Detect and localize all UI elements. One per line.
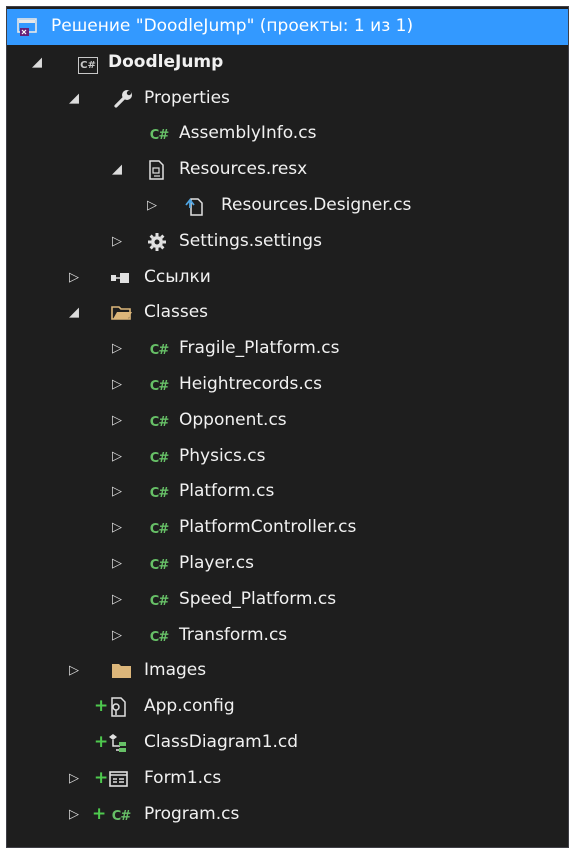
tree-item-app-config[interactable]: + App.config xyxy=(7,689,568,725)
tree-item-resources-resx[interactable]: ◢ Resources.resx xyxy=(7,152,568,188)
tree-item-label: DoodleJump xyxy=(108,51,224,72)
tree-item-label: Resources.Designer.cs xyxy=(221,194,412,215)
added-marker-icon: + xyxy=(94,767,109,788)
tree-item-solution[interactable]: Решение "DoodleJump" (проекты: 1 из 1) xyxy=(7,9,568,45)
csharp-file-icon: C# xyxy=(149,522,169,538)
tree-item-label: PlatformController.cs xyxy=(179,517,357,538)
tree-item-assemblyinfo[interactable]: C# AssemblyInfo.cs xyxy=(7,116,568,152)
tree-item-player[interactable]: ▷ C# Player.cs xyxy=(7,546,568,582)
tree-item-references[interactable]: ▷ Ссылки xyxy=(7,260,568,296)
collapsed-arrow-icon[interactable]: ▷ xyxy=(109,618,125,654)
expanded-arrow-icon[interactable]: ◢ xyxy=(109,152,125,188)
tree-item-properties[interactable]: ◢ Properties xyxy=(7,81,568,117)
resource-file-icon xyxy=(146,160,168,180)
tree-item-form1[interactable]: ▷ + Form1.cs xyxy=(7,761,568,797)
csharp-file-icon: C# xyxy=(149,486,169,502)
collapsed-arrow-icon[interactable]: ▷ xyxy=(66,260,82,296)
collapsed-arrow-icon[interactable]: ▷ xyxy=(66,653,82,689)
collapsed-arrow-icon[interactable]: ▷ xyxy=(144,188,160,224)
tree-item-images[interactable]: ▷ Images xyxy=(7,653,568,689)
collapsed-arrow-icon[interactable]: ▷ xyxy=(109,367,125,403)
tree-item-platform[interactable]: ▷ C# Platform.cs xyxy=(7,474,568,510)
tree-item-settings[interactable]: ▷ Settings.settings xyxy=(7,224,568,260)
form-icon xyxy=(108,769,130,789)
wrench-icon xyxy=(113,89,135,109)
collapsed-arrow-icon[interactable]: ▷ xyxy=(66,761,82,797)
tree-item-label: Physics.cs xyxy=(179,445,266,466)
collapsed-arrow-icon[interactable]: ▷ xyxy=(109,474,125,510)
tree-item-label: Ссылки xyxy=(144,266,211,287)
tree-item-classes[interactable]: ◢ Classes xyxy=(7,295,568,331)
expanded-arrow-icon[interactable]: ◢ xyxy=(66,81,82,117)
tree-item-label: Program.cs xyxy=(144,803,240,824)
collapsed-arrow-icon[interactable]: ▷ xyxy=(109,403,125,439)
csharp-file-icon: C# xyxy=(149,343,169,359)
tree-item-physics[interactable]: ▷ C# Physics.cs xyxy=(7,439,568,475)
tree-item-speed-platform[interactable]: ▷ C# Speed_Platform.cs xyxy=(7,582,568,618)
class-diagram-icon xyxy=(106,733,128,753)
tree-item-label: Classes xyxy=(144,302,209,323)
tree-item-label: Speed_Platform.cs xyxy=(179,588,337,609)
tree-item-resources-designer[interactable]: ▷ Resources.Designer.cs xyxy=(7,188,568,224)
references-icon xyxy=(109,268,131,288)
tree-item-label: Platform.cs xyxy=(179,481,275,502)
open-folder-icon xyxy=(111,303,133,323)
tree-item-project[interactable]: ◢ C# DoodleJump xyxy=(7,45,568,81)
tree-item-label: App.config xyxy=(144,696,235,717)
tree-item-label: Transform.cs xyxy=(179,624,288,645)
csharp-file-icon: C# xyxy=(149,629,169,645)
tree-item-program[interactable]: ▷ + C# Program.cs xyxy=(7,797,568,833)
added-marker-icon: + xyxy=(92,803,107,824)
csharp-file-icon: C# xyxy=(149,593,169,609)
solution-explorer: Решение "DoodleJump" (проекты: 1 из 1) ◢… xyxy=(6,6,569,848)
expanded-arrow-icon[interactable]: ◢ xyxy=(29,45,45,81)
tree-item-label: Form1.cs xyxy=(144,767,222,788)
tree-item-label: Opponent.cs xyxy=(179,409,287,430)
tree-item-label: Решение "DoodleJump" (проекты: 1 из 1) xyxy=(51,16,414,36)
tree-item-platform-controller[interactable]: ▷ C# PlatformController.cs xyxy=(7,510,568,546)
tree-item-label: Fragile_Platform.cs xyxy=(179,338,340,359)
tree-item-label: Settings.settings xyxy=(179,230,322,251)
tree-item-label: Resources.resx xyxy=(179,159,308,180)
config-file-icon xyxy=(106,697,128,717)
csharp-file-icon: C# xyxy=(149,128,169,144)
tree-item-label: Player.cs xyxy=(179,552,254,573)
folder-icon xyxy=(111,661,133,681)
tree-item-heightrecords[interactable]: ▷ C# Heightrecords.cs xyxy=(7,367,568,403)
csharp-file-icon: C# xyxy=(149,378,169,394)
tree-item-label: ClassDiagram1.cd xyxy=(144,731,299,752)
tree-item-label: Properties xyxy=(144,87,230,108)
csharp-project-icon: C# xyxy=(77,53,99,74)
collapsed-arrow-icon[interactable]: ▷ xyxy=(109,582,125,618)
collapsed-arrow-icon[interactable]: ▷ xyxy=(109,546,125,582)
solution-tree: Решение "DoodleJump" (проекты: 1 из 1) ◢… xyxy=(7,9,568,832)
collapsed-arrow-icon[interactable]: ▷ xyxy=(109,510,125,546)
csharp-file-icon: C# xyxy=(149,557,169,573)
csharp-file-icon: C# xyxy=(149,414,169,430)
designer-file-icon xyxy=(184,196,206,216)
tree-item-opponent[interactable]: ▷ C# Opponent.cs xyxy=(7,403,568,439)
expanded-arrow-icon[interactable]: ◢ xyxy=(66,295,82,331)
tree-item-fragile-platform[interactable]: ▷ C# Fragile_Platform.cs xyxy=(7,331,568,367)
collapsed-arrow-icon[interactable]: ▷ xyxy=(109,224,125,260)
gear-icon xyxy=(146,232,168,252)
tree-item-label: Images xyxy=(144,660,207,681)
collapsed-arrow-icon[interactable]: ▷ xyxy=(109,439,125,475)
tree-item-class-diagram[interactable]: + ClassDiagram1.cd xyxy=(7,725,568,761)
csharp-file-icon: C# xyxy=(149,450,169,466)
csharp-file-icon: C# xyxy=(111,808,131,824)
collapsed-arrow-icon[interactable]: ▷ xyxy=(109,331,125,367)
tree-item-label: Heightrecords.cs xyxy=(179,373,322,394)
solution-icon xyxy=(17,17,39,37)
collapsed-arrow-icon[interactable]: ▷ xyxy=(66,797,82,833)
tree-item-transform[interactable]: ▷ C# Transform.cs xyxy=(7,618,568,654)
tree-item-label: AssemblyInfo.cs xyxy=(179,123,317,144)
